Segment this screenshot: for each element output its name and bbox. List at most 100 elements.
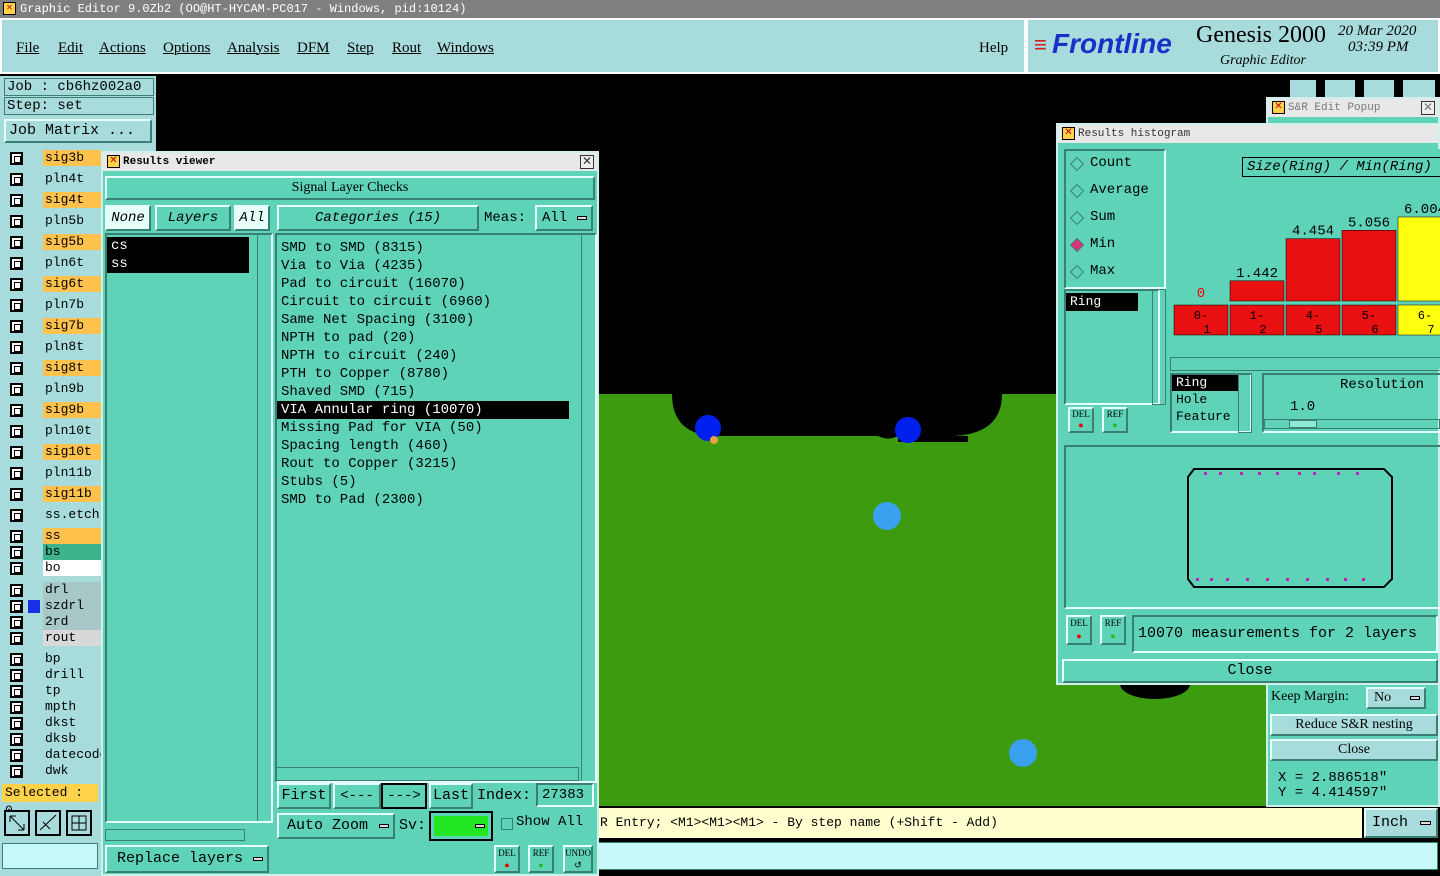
layer-row-sig6t[interactable]: sig6t <box>6 276 101 293</box>
layer-name[interactable]: rout <box>43 630 101 646</box>
layer-checkbox[interactable] <box>10 616 23 629</box>
reduce-nesting-button[interactable]: Reduce S&R nesting <box>1270 714 1438 736</box>
resolution-slider-thumb[interactable] <box>1289 420 1317 428</box>
layer-name[interactable]: dwk <box>43 763 101 779</box>
menu-edit[interactable]: Edit <box>58 40 83 57</box>
layer-checkbox[interactable] <box>10 733 23 746</box>
menu-rout[interactable]: Rout <box>392 40 421 57</box>
layer-name[interactable]: drl <box>43 582 101 598</box>
layer-name[interactable]: pln4t <box>43 171 101 187</box>
layer-row-pln6t[interactable]: pln6t <box>6 255 101 272</box>
layer-checkbox[interactable] <box>10 194 23 207</box>
layer-row-pln9b[interactable]: pln9b <box>6 381 101 398</box>
layer-checkbox[interactable] <box>10 562 23 575</box>
histogram-bar[interactable] <box>1341 230 1397 302</box>
layer-name[interactable]: sig3b <box>43 150 101 166</box>
layer-row-datecode[interactable]: datecode <box>6 747 107 764</box>
auto-zoom-select[interactable]: Auto Zoom <box>277 813 395 839</box>
menu-analysis[interactable]: Analysis <box>227 40 280 57</box>
menu-step[interactable]: Step <box>347 40 374 57</box>
layer-name[interactable]: bo <box>43 560 101 576</box>
prev-button[interactable]: <--- <box>333 783 381 809</box>
check-category-item[interactable]: PTH to Copper (8780) <box>277 365 595 383</box>
layer-name[interactable]: sig4t <box>43 192 101 208</box>
layer-name[interactable]: pln9b <box>43 381 101 397</box>
layer-result-ss[interactable]: ss <box>107 255 249 273</box>
preview-del-button[interactable]: DEL ● <box>1066 615 1092 645</box>
layer-row-sig4t[interactable]: sig4t <box>6 192 101 209</box>
layer-checkbox[interactable] <box>10 632 23 645</box>
layer-name[interactable]: datecode <box>43 747 107 763</box>
layer-row-drill[interactable]: drill <box>6 667 101 684</box>
layer-checkbox[interactable] <box>10 362 23 375</box>
layer-name[interactable]: bp <box>43 651 101 667</box>
layer-name[interactable]: sig10t <box>43 444 101 460</box>
menu-options[interactable]: Options <box>163 40 211 57</box>
tool-measure-icon[interactable] <box>35 810 61 836</box>
layer-row-dksb[interactable]: dksb <box>6 731 101 748</box>
layer-name[interactable]: dksb <box>43 731 101 747</box>
layer-checkbox[interactable] <box>10 404 23 417</box>
layer-name[interactable]: bs <box>43 544 101 560</box>
stat-mode-min[interactable]: Min <box>1069 236 1162 256</box>
check-category-item[interactable]: Spacing length (460) <box>277 437 595 455</box>
layer-checkbox[interactable] <box>10 685 23 698</box>
undo-button[interactable]: UNDO ↺ <box>563 845 593 873</box>
layer-name[interactable]: pln5b <box>43 213 101 229</box>
layer-name[interactable]: drill <box>43 667 101 683</box>
layer-row-sig11b[interactable]: sig11b <box>6 486 101 503</box>
first-button[interactable]: First <box>277 783 331 809</box>
check-category-item[interactable]: Pad to circuit (16070) <box>277 275 595 293</box>
ring-item[interactable]: Ring <box>1066 293 1138 311</box>
layer-name[interactable]: 2rd <box>43 614 101 630</box>
histogram-hscrollbar[interactable] <box>1170 357 1440 371</box>
layer-checkbox[interactable] <box>10 278 23 291</box>
resolution-slider[interactable] <box>1264 419 1440 429</box>
check-category-item[interactable]: NPTH to circuit (240) <box>277 347 595 365</box>
check-category-item[interactable]: SMD to Pad (2300) <box>277 491 595 509</box>
check-category-item[interactable]: Missing Pad for VIA (50) <box>277 419 595 437</box>
layers-hscrollbar[interactable] <box>105 829 245 841</box>
layer-checkbox[interactable] <box>10 215 23 228</box>
histogram-bar[interactable] <box>1397 216 1440 302</box>
menu-windows[interactable]: Windows <box>437 40 494 57</box>
layer-checkbox[interactable] <box>10 446 23 459</box>
sr-close-button[interactable]: Close <box>1270 739 1438 761</box>
layer-checkbox[interactable] <box>10 383 23 396</box>
histogram-bar[interactable] <box>1285 238 1341 302</box>
layer-name[interactable]: sig6t <box>43 276 101 292</box>
layer-row-pln7b[interactable]: pln7b <box>6 297 101 314</box>
next-button[interactable]: ---> <box>381 783 427 809</box>
show-all-checkbox[interactable] <box>501 818 513 830</box>
preview-ref-button[interactable]: REF ● <box>1100 615 1126 645</box>
del-button[interactable]: DEL ● <box>494 845 520 873</box>
check-category-item[interactable]: Circuit to circuit (6960) <box>277 293 595 311</box>
layer-name[interactable]: dkst <box>43 715 101 731</box>
type-scrollbar[interactable] <box>1238 373 1252 433</box>
layer-name[interactable]: sig7b <box>43 318 101 334</box>
stat-mode-count[interactable]: Count <box>1069 155 1162 175</box>
layer-name[interactable]: mpth <box>43 699 101 715</box>
layer-name[interactable]: sig9b <box>43 402 101 418</box>
layer-row-sig5b[interactable]: sig5b <box>6 234 101 251</box>
layer-name[interactable]: szdrl <box>43 598 101 614</box>
radio-icon[interactable] <box>1069 156 1085 172</box>
layer-row-dwk[interactable]: dwk <box>6 763 101 780</box>
layer-row-pln5b[interactable]: pln5b <box>6 213 101 230</box>
layer-checkbox[interactable] <box>10 257 23 270</box>
results-viewer-close-icon[interactable]: ✕ <box>580 155 594 169</box>
menu-dfm[interactable]: DFM <box>297 40 330 57</box>
meas-select[interactable]: All <box>535 205 593 231</box>
layer-row-pln10t[interactable]: pln10t <box>6 423 101 440</box>
command-input[interactable] <box>598 842 1438 870</box>
check-category-item[interactable]: Via to Via (4235) <box>277 257 595 275</box>
layer-checkbox[interactable] <box>10 173 23 186</box>
layer-checkbox[interactable] <box>10 765 23 778</box>
layer-checkbox[interactable] <box>10 236 23 249</box>
menu-file[interactable]: File <box>16 40 39 57</box>
stat-mode-sum[interactable]: Sum <box>1069 209 1162 229</box>
ring-list[interactable]: Ring <box>1064 289 1160 405</box>
sr-popup-close-icon[interactable]: ✕ <box>1421 101 1435 115</box>
layer-name[interactable]: sig8t <box>43 360 101 376</box>
layer-row-pln11b[interactable]: pln11b <box>6 465 101 482</box>
